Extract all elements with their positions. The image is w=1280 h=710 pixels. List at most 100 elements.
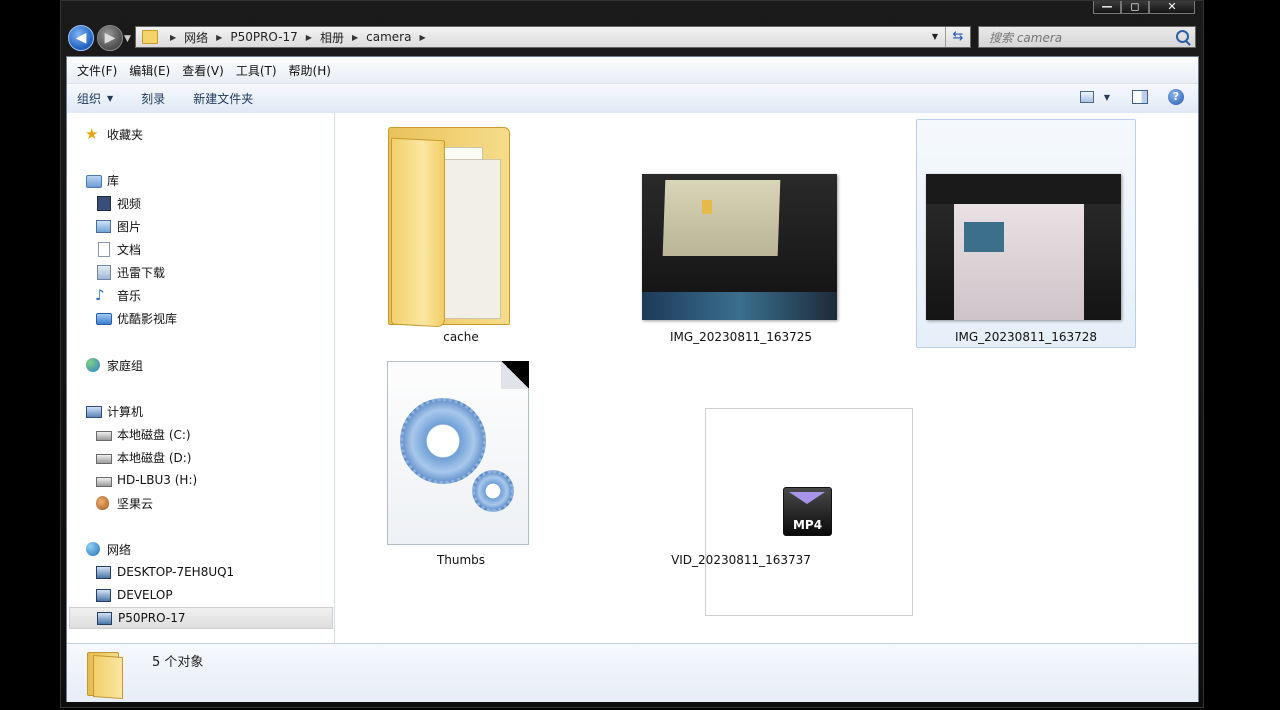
menu-tools[interactable]: 工具(T) [230,62,283,79]
chevron-right-icon[interactable]: ▶ [216,33,222,42]
minimize-button[interactable]: — [1093,1,1121,14]
details-pane: 5 个对象 [67,643,1198,702]
drive-icon [96,431,112,441]
computer-icon [96,589,111,602]
menu-help[interactable]: 帮助(H) [283,62,337,79]
thumbnail-detail [642,292,837,320]
nav-label: 图片 [117,219,142,234]
menu-file[interactable]: 文件(F) [71,62,123,79]
folder-icon [87,650,125,700]
mp4-badge: MP4 [792,518,823,532]
organize-button[interactable]: 组织 ▼ [77,90,113,107]
nav-libraries[interactable]: 库 [85,169,119,191]
search-icon[interactable] [1176,30,1189,43]
network-icon [86,542,100,556]
computer-icon [97,612,112,625]
breadcrumb-camera[interactable]: camera [364,30,413,44]
nav-favorites[interactable]: ★ 收藏夹 [85,123,143,145]
burn-button[interactable]: 刻录 [141,90,165,107]
new-folder-button[interactable]: 新建文件夹 [193,90,253,107]
folder-icon [142,30,158,44]
breadcrumb-network[interactable]: 网络 [182,29,210,46]
nav-label: 家庭组 [107,358,144,373]
music-icon: ♪ [95,286,105,304]
nav-item-youku[interactable]: 优酷影视库 [95,307,177,329]
chevron-right-icon[interactable]: ▶ [419,33,425,42]
picture-icon [96,220,111,233]
recent-pages-dropdown[interactable]: ▼ [124,34,131,44]
caption-buttons: — ◻ ✕ [1093,1,1195,14]
menu-edit[interactable]: 编辑(E) [123,62,176,79]
toolbar-right: ▼ ? [1079,89,1184,105]
chevron-down-icon[interactable]: ▼ [1104,93,1110,102]
explorer-window: 文件(F) 编辑(E) 查看(V) 工具(T) 帮助(H) 组织 ▼ 刻录 新建文… [66,56,1199,702]
computer-icon [86,406,102,418]
menu-bar: 文件(F) 编辑(E) 查看(V) 工具(T) 帮助(H) [67,57,1198,84]
file-list: cache IMG_20230811_163725 IMG_20230811_1… [335,113,1198,643]
nav-network[interactable]: 网络 [85,538,131,560]
library-icon [86,175,102,188]
file-name: Thumbs [436,553,486,567]
nav-label: 优酷影视库 [117,311,178,326]
thumbnail-detail [702,200,712,214]
file-item-image[interactable]: IMG_20230811_163725 [631,119,851,347]
chevron-right-icon[interactable]: ▶ [352,33,358,42]
folder-front [391,137,445,328]
nav-item-desktop-host[interactable]: DESKTOP-7EH8UQ1 [95,561,234,583]
address-bar[interactable]: ▶ 网络 ▶ P50PRO-17 ▶ 相册 ▶ camera ▶ ▼ ⇆ [135,26,971,48]
nav-label: 计算机 [107,404,144,419]
image-thumbnail [926,174,1121,320]
close-button[interactable]: ✕ [1149,1,1195,14]
mp4-icon: MP4 [783,487,832,536]
image-thumbnail [642,174,837,320]
back-button[interactable]: ◀ [68,25,94,51]
nav-label: HD-LBU3 (H:) [117,473,198,487]
file-item-folder[interactable]: cache [351,119,571,347]
chevron-right-icon[interactable]: ▶ [306,33,312,42]
nav-label: DEVELOP [117,588,173,602]
nav-item-documents[interactable]: 文档 [95,238,141,260]
nav-item-videos[interactable]: 视频 [95,192,141,214]
breadcrumb-device[interactable]: P50PRO-17 [228,30,299,44]
change-view-icon[interactable] [1079,91,1094,103]
forward-button[interactable]: ▶ [97,25,123,51]
nav-item-xunlei[interactable]: 迅雷下载 [95,261,165,283]
nav-label: 迅雷下载 [117,265,166,280]
help-icon[interactable]: ? [1168,89,1184,105]
folder-icon [96,313,112,325]
file-item-system-file[interactable]: Thumbs [351,349,571,579]
nav-item-jianguoyun[interactable]: 坚果云 [95,492,153,514]
chevron-right-icon[interactable]: ▶ [170,33,176,42]
breadcrumb-album[interactable]: 相册 [318,29,346,46]
item-count: 5 个对象 [152,655,204,670]
file-item-video[interactable]: MP4 VID_20230811_163737 [631,349,913,616]
drive-icon [96,454,112,464]
organize-label: 组织 [77,92,102,106]
menu-view[interactable]: 查看(V) [176,62,230,79]
thumbnail-detail [926,174,1121,204]
homegroup-icon [86,358,100,372]
maximize-button[interactable]: ◻ [1121,1,1149,14]
nav-item-drive-c[interactable]: 本地磁盘 (C:) [95,423,191,445]
nav-item-drive-h[interactable]: HD-LBU3 (H:) [95,469,197,491]
nav-item-develop-host[interactable]: DEVELOP [95,584,173,606]
star-icon: ★ [85,125,99,143]
nav-computer[interactable]: 计算机 [85,400,143,422]
nav-item-music[interactable]: ♪ 音乐 [95,284,141,306]
refresh-icon[interactable]: ⇆ [945,27,970,47]
search-box [978,26,1196,48]
nav-label: 库 [107,173,120,188]
nav-item-p50pro-host[interactable]: P50PRO-17 [69,607,333,629]
search-input[interactable] [987,30,1171,46]
nav-homegroup[interactable]: 家庭组 [85,354,143,376]
file-name: IMG_20230811_163728 [954,330,1098,344]
chevron-down-icon[interactable]: ▼ [932,32,938,41]
nav-item-pictures[interactable]: 图片 [95,215,141,237]
file-item-image-selected[interactable]: IMG_20230811_163728 [916,119,1136,348]
file-name: IMG_20230811_163725 [669,330,813,344]
nav-item-drive-d[interactable]: 本地磁盘 (D:) [95,446,191,468]
video-icon [97,196,111,211]
thumbnail-detail [964,222,1004,252]
preview-pane-icon[interactable] [1132,90,1148,104]
nav-label: 本地磁盘 (C:) [117,427,191,442]
